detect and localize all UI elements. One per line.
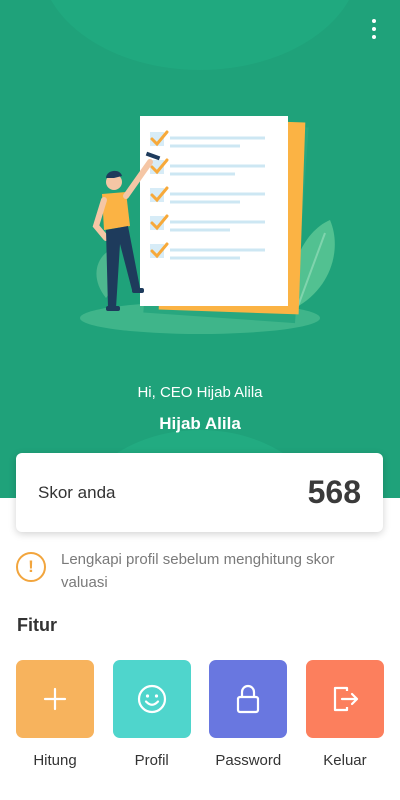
notice-text: Lengkapi profil sebelum menghitung skor … [61,551,335,591]
feature-label: Profil [134,752,169,769]
feature-tile[interactable] [16,660,94,738]
section-title: Fitur [17,615,57,635]
plus-icon [43,687,67,711]
feature-tile[interactable] [209,660,288,738]
score-label: Skor anda [38,482,116,502]
lock-icon [237,684,260,714]
feature-tile[interactable] [112,660,191,738]
feature-profil[interactable]: Profil [112,660,191,769]
score-value: 568 [307,474,361,510]
warning-circle-icon: ! [16,552,46,582]
smiley-icon [137,684,166,714]
feature-label: Hitung [33,752,77,769]
profile-notice: ! Lengkapi profil sebelum menghitung sko… [16,548,384,594]
user-name: Hijab Alila [159,414,241,433]
feature-tile[interactable] [305,660,384,738]
score-card: Skor anda 568 [16,453,383,532]
feature-grid: Hitung Profil Password Keluar [16,660,384,769]
feature-keluar[interactable]: Keluar [305,660,384,769]
logout-icon [333,686,359,712]
feature-label: Keluar [323,752,367,769]
header-decoration [40,0,360,70]
header: Hi, CEO Hijab Alila Hijab Alila [0,0,400,498]
checklist-illustration [80,116,335,334]
more-vertical-icon[interactable] [362,16,386,42]
feature-hitung[interactable]: Hitung [16,660,94,769]
feature-password[interactable]: Password [209,660,288,769]
greeting-text: Hi, CEO Hijab Alila [137,384,263,401]
feature-label: Password [215,752,282,769]
